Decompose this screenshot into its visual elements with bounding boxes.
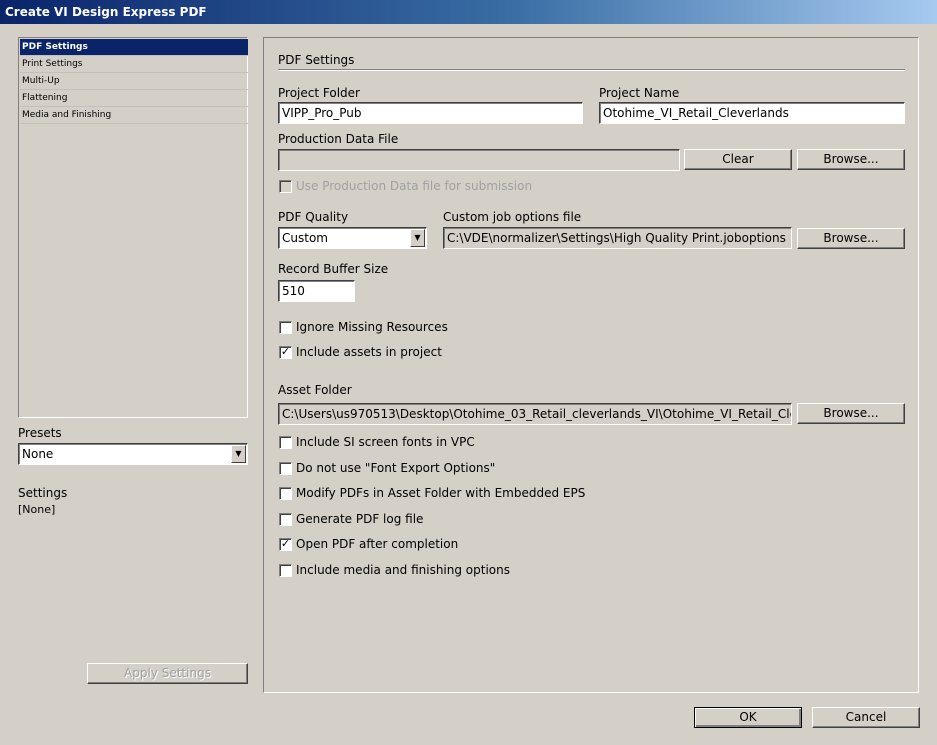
checkmark-icon[interactable]: ✓ bbox=[279, 346, 292, 359]
sidebar-item-pdf-settings[interactable]: PDF Settings bbox=[20, 39, 248, 56]
sidebar-item-label: Print Settings bbox=[22, 59, 83, 69]
pdf-quality-value: Custom bbox=[282, 231, 328, 245]
browse-job-options-button[interactable]: Browse... bbox=[797, 228, 905, 249]
sidebar-nav-list: PDF Settings Print Settings Multi-Up Fla… bbox=[18, 37, 248, 418]
asset-folder-label: Asset Folder bbox=[278, 383, 352, 397]
project-name-label: Project Name bbox=[599, 86, 680, 100]
browse-asset-folder-button[interactable]: Browse... bbox=[797, 403, 905, 424]
clear-button[interactable]: Clear bbox=[684, 149, 792, 170]
checkbox-label: Include assets in project bbox=[296, 345, 442, 359]
pdf-quality-label: PDF Quality bbox=[278, 210, 349, 224]
sidebar-item-label: Flattening bbox=[22, 93, 68, 103]
checkbox-label: Modify PDFs in Asset Folder with Embedde… bbox=[296, 486, 586, 500]
checkbox-label: Ignore Missing Resources bbox=[296, 320, 448, 334]
section-title: PDF Settings bbox=[278, 53, 355, 67]
project-folder-label: Project Folder bbox=[278, 86, 360, 100]
checkbox-box[interactable] bbox=[279, 513, 292, 526]
asset-folder-input[interactable]: C:\Users\us970513\Desktop\Otohime_03_Ret… bbox=[278, 403, 792, 425]
checkmark-icon[interactable]: ✓ bbox=[279, 538, 292, 551]
record-buffer-input[interactable]: 510 bbox=[278, 280, 355, 302]
option-checkbox-5[interactable]: Include media and finishing options bbox=[279, 562, 579, 578]
checkbox-box[interactable] bbox=[279, 487, 292, 500]
window-title: Create VI Design Express PDF bbox=[0, 0, 937, 24]
presets-value: None bbox=[22, 447, 54, 461]
checkbox-label: Generate PDF log file bbox=[296, 512, 424, 526]
sidebar-item-print-settings[interactable]: Print Settings bbox=[20, 56, 248, 73]
use-production-data-checkbox[interactable]: Use Production Data file for submission bbox=[279, 178, 532, 194]
sidebar-item-media-finishing[interactable]: Media and Finishing bbox=[20, 107, 248, 124]
project-folder-input[interactable]: VIPP_Pro_Pub bbox=[278, 102, 583, 124]
checkbox-label: Do not use "Font Export Options" bbox=[296, 461, 496, 475]
record-buffer-label: Record Buffer Size bbox=[278, 262, 389, 276]
checkbox-box[interactable] bbox=[279, 321, 292, 334]
chevron-down-icon[interactable]: ▼ bbox=[410, 229, 425, 247]
apply-settings-button[interactable]: Apply Settings bbox=[87, 663, 248, 684]
option-checkbox-1[interactable]: Do not use "Font Export Options" bbox=[279, 460, 579, 476]
option-checkbox-0[interactable]: Include SI screen fonts in VPC bbox=[279, 434, 579, 450]
option-checkbox-3[interactable]: Generate PDF log file bbox=[279, 511, 579, 527]
settings-label: Settings bbox=[18, 486, 68, 500]
sidebar-item-flattening[interactable]: Flattening bbox=[20, 90, 248, 107]
checkbox-box[interactable] bbox=[279, 180, 292, 193]
checkbox-label: Open PDF after completion bbox=[296, 537, 459, 551]
checkbox-box[interactable] bbox=[279, 436, 292, 449]
custom-job-input[interactable]: C:\VDE\normalizer\Settings\High Quality … bbox=[443, 227, 792, 249]
checkbox-box[interactable] bbox=[279, 564, 292, 577]
ignore-missing-checkbox[interactable]: Ignore Missing Resources bbox=[279, 319, 479, 335]
sidebar-item-label: Multi-Up bbox=[22, 76, 60, 86]
ok-button[interactable]: OK bbox=[694, 707, 802, 728]
cancel-button[interactable]: Cancel bbox=[812, 707, 920, 728]
checkbox-label: Include media and finishing options bbox=[296, 563, 511, 577]
presets-label: Presets bbox=[18, 426, 62, 440]
section-divider bbox=[278, 69, 905, 71]
production-data-label: Production Data File bbox=[278, 132, 399, 146]
checkbox-label: Use Production Data file for submission bbox=[296, 179, 533, 193]
settings-value: [None] bbox=[18, 503, 56, 516]
custom-job-label: Custom job options file bbox=[443, 210, 582, 224]
include-assets-checkbox[interactable]: ✓ Include assets in project bbox=[279, 344, 479, 360]
checkbox-label: Include SI screen fonts in VPC bbox=[296, 435, 475, 449]
sidebar-item-label: PDF Settings bbox=[22, 42, 88, 52]
production-data-input[interactable] bbox=[278, 149, 680, 171]
pdf-quality-dropdown[interactable]: Custom ▼ bbox=[278, 227, 427, 249]
presets-dropdown[interactable]: None ▼ bbox=[18, 443, 248, 465]
sidebar-item-multi-up[interactable]: Multi-Up bbox=[20, 73, 248, 90]
checkbox-box[interactable] bbox=[279, 462, 292, 475]
project-name-input[interactable]: Otohime_VI_Retail_Cleverlands bbox=[599, 102, 905, 124]
option-checkbox-4[interactable]: ✓ Open PDF after completion bbox=[279, 536, 579, 552]
sidebar-item-label: Media and Finishing bbox=[22, 110, 112, 120]
option-checkbox-2[interactable]: Modify PDFs in Asset Folder with Embedde… bbox=[279, 485, 619, 501]
chevron-down-icon[interactable]: ▼ bbox=[231, 445, 246, 463]
browse-production-data-button[interactable]: Browse... bbox=[797, 149, 905, 170]
